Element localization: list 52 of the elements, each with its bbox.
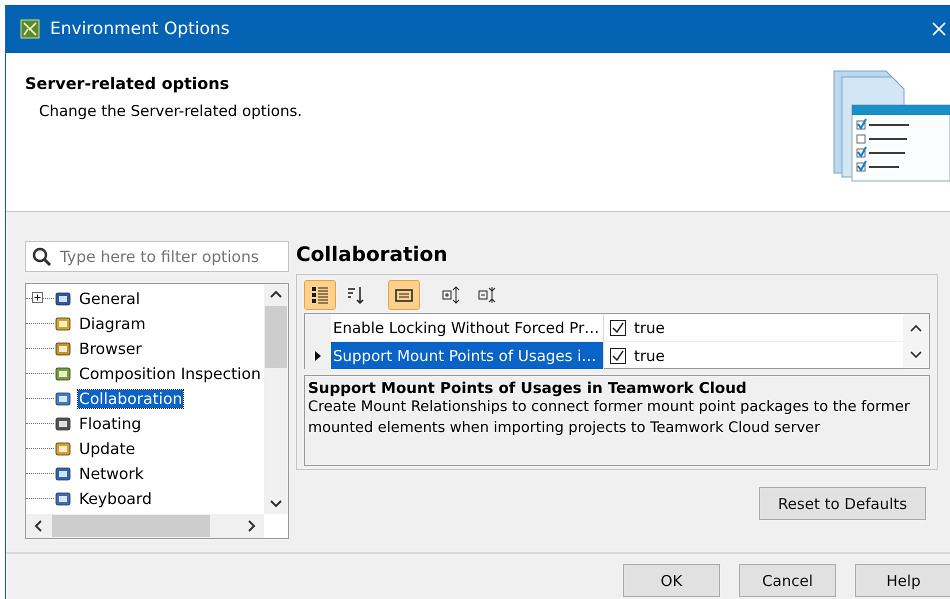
property-name[interactable]: Support Mount Points of Usages i… <box>331 342 603 369</box>
option-icon <box>54 340 72 358</box>
header-subtitle: Change the Server-related options. <box>39 102 302 120</box>
property-value: true <box>634 318 665 336</box>
description-text: Create Mount Relationships to connect former mount point packages to the former mounted elements when importing projects to Teamwork Cloud server <box>308 398 911 438</box>
tree-item[interactable]: General <box>78 290 142 308</box>
tree-item[interactable]: Collaboration <box>78 390 184 408</box>
tree-item[interactable]: Browser <box>78 340 143 358</box>
description-title: Support Mount Points of Usages in Teamwork Cloud <box>308 379 748 397</box>
reset-button[interactable]: Reset to Defaults <box>759 487 926 520</box>
categorized-button[interactable] <box>304 280 336 310</box>
scroll-thumb[interactable] <box>52 515 210 537</box>
tree-item[interactable]: Update <box>78 440 136 458</box>
option-icon <box>54 290 72 308</box>
option-icon <box>54 364 72 382</box>
expand-toggle-icon[interactable] <box>32 292 43 303</box>
scroll-down-icon[interactable] <box>270 500 282 508</box>
search-icon <box>32 246 52 266</box>
dialog-button[interactable]: Cancel <box>739 564 836 597</box>
dialog-button[interactable]: OK <box>623 564 720 597</box>
property-name[interactable]: Enable Locking Without Forced Pr… <box>331 314 603 341</box>
tree-item[interactable]: Diagram <box>78 314 147 332</box>
tree-item[interactable]: Network <box>78 464 145 482</box>
window-title: Environment Options <box>50 19 230 39</box>
scroll-up-icon[interactable] <box>270 290 282 298</box>
option-icon <box>54 440 72 458</box>
tree-item[interactable]: Composition Inspection <box>78 364 262 382</box>
checkbox[interactable] <box>610 320 626 336</box>
tree-item[interactable]: Keyboard <box>78 490 153 508</box>
scroll-left-icon[interactable] <box>34 520 42 532</box>
scroll-right-icon[interactable] <box>248 520 256 532</box>
property-value: true <box>634 346 665 364</box>
option-icon <box>54 390 72 408</box>
vertical-scrollbar[interactable] <box>264 284 288 514</box>
close-icon[interactable] <box>932 22 946 36</box>
option-icon <box>54 314 72 332</box>
scroll-thumb[interactable] <box>265 306 287 368</box>
description-button[interactable] <box>388 280 420 310</box>
panel-title: Collaboration <box>296 242 448 268</box>
app-icon <box>20 19 40 39</box>
header-title: Server-related options <box>25 74 230 93</box>
option-icon <box>54 464 72 482</box>
horizontal-scrollbar[interactable] <box>26 514 264 538</box>
option-icon <box>54 490 72 508</box>
checkbox[interactable] <box>610 348 626 364</box>
tree-item[interactable]: Floating <box>78 414 142 432</box>
scroll-up-icon[interactable] <box>910 324 922 332</box>
filter-field[interactable]: Type here to filter options <box>25 241 289 272</box>
dialog-button[interactable]: Help <box>855 564 950 597</box>
scroll-down-icon[interactable] <box>910 350 922 358</box>
option-icon <box>54 414 72 432</box>
vertical-scrollbar[interactable] <box>903 314 929 368</box>
